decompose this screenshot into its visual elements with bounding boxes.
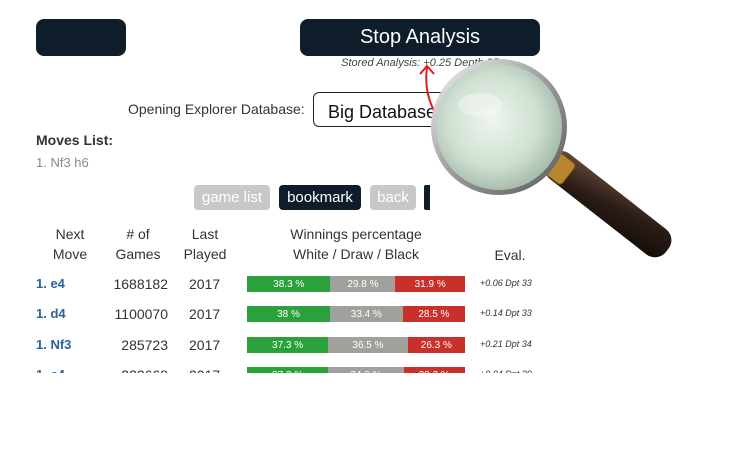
magnifying-glass-icon [431, 59, 672, 258]
annotation-overlay [419, 59, 672, 258]
